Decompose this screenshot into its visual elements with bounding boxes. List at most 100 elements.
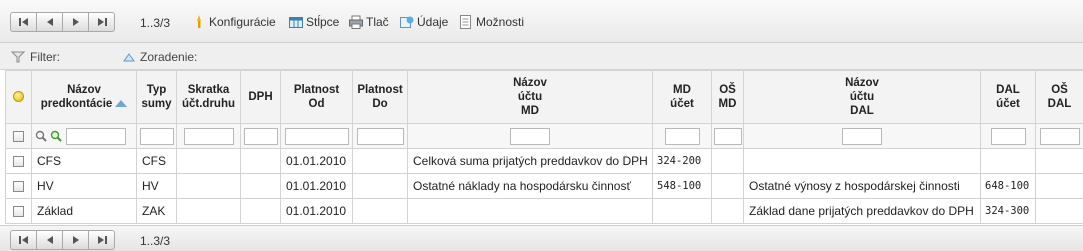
filter-cell-os-dal bbox=[1035, 123, 1083, 149]
options-icon bbox=[459, 15, 473, 29]
filter-row bbox=[5, 123, 1083, 149]
row-select-cell bbox=[5, 173, 32, 199]
cell-os-md bbox=[711, 148, 744, 174]
row-checkbox[interactable] bbox=[13, 206, 24, 218]
next-page-button[interactable] bbox=[62, 12, 89, 32]
cell-dph bbox=[240, 148, 281, 174]
sort-ascending-icon bbox=[115, 100, 128, 108]
print-label: Tlač bbox=[366, 15, 389, 29]
config-icon bbox=[192, 15, 206, 29]
column-header-os-dal[interactable]: OŠ DAL bbox=[1035, 70, 1083, 124]
cell-md-ucet: 548-100 bbox=[652, 173, 712, 199]
prev-page-button[interactable] bbox=[36, 12, 63, 32]
column-header-os-md[interactable]: OŠ MD bbox=[711, 70, 744, 124]
filter-input-dph[interactable] bbox=[243, 127, 278, 145]
filter-input-os-md[interactable] bbox=[713, 127, 742, 145]
prev-page-icon bbox=[46, 18, 53, 26]
cell-nazov: Základ bbox=[31, 198, 137, 224]
cell-platnost-do bbox=[352, 173, 408, 199]
column-header-nazov-predkontacie[interactable]: Názov predkontácie bbox=[31, 70, 137, 124]
prev-page-button[interactable] bbox=[36, 230, 63, 250]
filter-label: Filter: bbox=[30, 50, 60, 64]
filter-input-nazov[interactable] bbox=[65, 127, 126, 145]
cell-nazov-md: Ostatné náklady na hospodársku činnosť bbox=[407, 173, 653, 199]
cell-nazov-dal bbox=[743, 148, 981, 174]
cell-skratka bbox=[176, 173, 241, 199]
column-header-nazov-uctu-dal[interactable]: Názov účtu DAL bbox=[743, 70, 981, 124]
filter-input-skratka[interactable] bbox=[183, 127, 234, 145]
prev-page-icon bbox=[46, 236, 53, 244]
configurations-link[interactable]: Konfigurácie bbox=[192, 15, 276, 29]
filter-input-md-ucet[interactable] bbox=[664, 127, 700, 145]
filter-cell-dph bbox=[240, 123, 281, 149]
cell-platnost-od: 01.01.2010 bbox=[280, 148, 353, 174]
cell-os-dal bbox=[1035, 198, 1083, 224]
footer-pager-info: 1..3/3 bbox=[140, 234, 171, 248]
table-row[interactable]: Základ ZAK 01.01.2010 Základ dane prijat… bbox=[5, 198, 1083, 224]
pager-info: 1..3/3 bbox=[140, 16, 171, 30]
cell-platnost-do bbox=[352, 198, 408, 224]
cell-nazov: CFS bbox=[31, 148, 137, 174]
columns-link[interactable]: Stĺpce bbox=[289, 15, 339, 29]
column-header-platnost-do[interactable]: Platnost Do bbox=[352, 70, 408, 124]
filter-input-typ[interactable] bbox=[139, 127, 174, 145]
footer-pager bbox=[10, 230, 115, 250]
table-row[interactable]: HV HV 01.01.2010 Ostatné náklady na hosp… bbox=[5, 173, 1083, 199]
next-page-icon bbox=[72, 236, 79, 244]
cell-nazov-md bbox=[407, 198, 653, 224]
column-header-skratka[interactable]: Skratka účt.druhu bbox=[176, 70, 241, 124]
first-page-button[interactable] bbox=[10, 230, 37, 250]
sort-toggle[interactable]: Zoradenie: bbox=[123, 50, 197, 64]
column-header-platnost-od[interactable]: Platnost Od bbox=[280, 70, 353, 124]
filter-cell-nazov-md bbox=[407, 123, 653, 149]
cell-md-ucet bbox=[652, 198, 712, 224]
filter-cell-dal-ucet bbox=[980, 123, 1036, 149]
cell-platnost-od: 01.01.2010 bbox=[280, 198, 353, 224]
row-select-cell bbox=[5, 148, 32, 174]
select-all-checkbox[interactable] bbox=[13, 131, 24, 143]
next-page-button[interactable] bbox=[62, 230, 89, 250]
first-page-button[interactable] bbox=[10, 12, 37, 32]
filter-input-nazov-dal[interactable] bbox=[842, 127, 882, 145]
row-checkbox[interactable] bbox=[13, 156, 24, 168]
last-page-button[interactable] bbox=[88, 230, 115, 250]
last-page-icon bbox=[97, 18, 107, 26]
cell-typ: CFS bbox=[136, 148, 177, 174]
column-header-dal-ucet[interactable]: DAL účet bbox=[980, 70, 1036, 124]
row-checkbox[interactable] bbox=[13, 181, 24, 193]
cell-dal-ucet: 648-100 bbox=[980, 173, 1036, 199]
filter-cell-platnost-do bbox=[352, 123, 408, 149]
options-label: Možnosti bbox=[476, 15, 525, 29]
filter-input-dal-ucet[interactable] bbox=[990, 127, 1026, 145]
columns-label: Stĺpce bbox=[306, 15, 340, 29]
column-header-typ-sumy[interactable]: Typ sumy bbox=[136, 70, 177, 124]
cell-platnost-od: 01.01.2010 bbox=[280, 173, 353, 199]
filter-cell-nazov bbox=[31, 123, 137, 149]
table-row[interactable]: CFS CFS 01.01.2010 Celková suma prijatýc… bbox=[5, 148, 1083, 174]
first-page-icon bbox=[18, 18, 28, 26]
search-clear-icon[interactable] bbox=[50, 130, 63, 142]
filter-cell-skratka bbox=[176, 123, 241, 149]
next-page-icon bbox=[72, 18, 79, 26]
footer: 1..3/3 bbox=[0, 225, 1083, 251]
options-link[interactable]: Možnosti bbox=[459, 15, 524, 29]
filter-input-nazov-md[interactable] bbox=[510, 127, 550, 145]
column-header-nazov-uctu-md[interactable]: Názov účtu MD bbox=[407, 70, 653, 124]
cell-nazov: HV bbox=[31, 173, 137, 199]
data-link[interactable]: Údaje bbox=[400, 15, 448, 29]
search-icon[interactable] bbox=[35, 130, 47, 142]
column-header-md-ucet[interactable]: MD účet bbox=[652, 70, 712, 124]
filter-input-platnost-od[interactable] bbox=[284, 127, 349, 145]
last-page-button[interactable] bbox=[88, 12, 115, 32]
filter-cell-nazov-dal bbox=[743, 123, 981, 149]
filter-input-os-dal[interactable] bbox=[1039, 127, 1080, 145]
cell-os-md bbox=[711, 198, 744, 224]
print-link[interactable]: Tlač bbox=[349, 15, 389, 29]
filter-input-platnost-do[interactable] bbox=[356, 127, 404, 145]
cell-os-dal bbox=[1035, 148, 1083, 174]
print-icon bbox=[349, 15, 363, 29]
filter-cell-os-md bbox=[711, 123, 744, 149]
column-header-dph[interactable]: DPH bbox=[240, 70, 281, 124]
filter-toggle[interactable]: Filter: bbox=[11, 50, 60, 64]
cell-typ: ZAK bbox=[136, 198, 177, 224]
